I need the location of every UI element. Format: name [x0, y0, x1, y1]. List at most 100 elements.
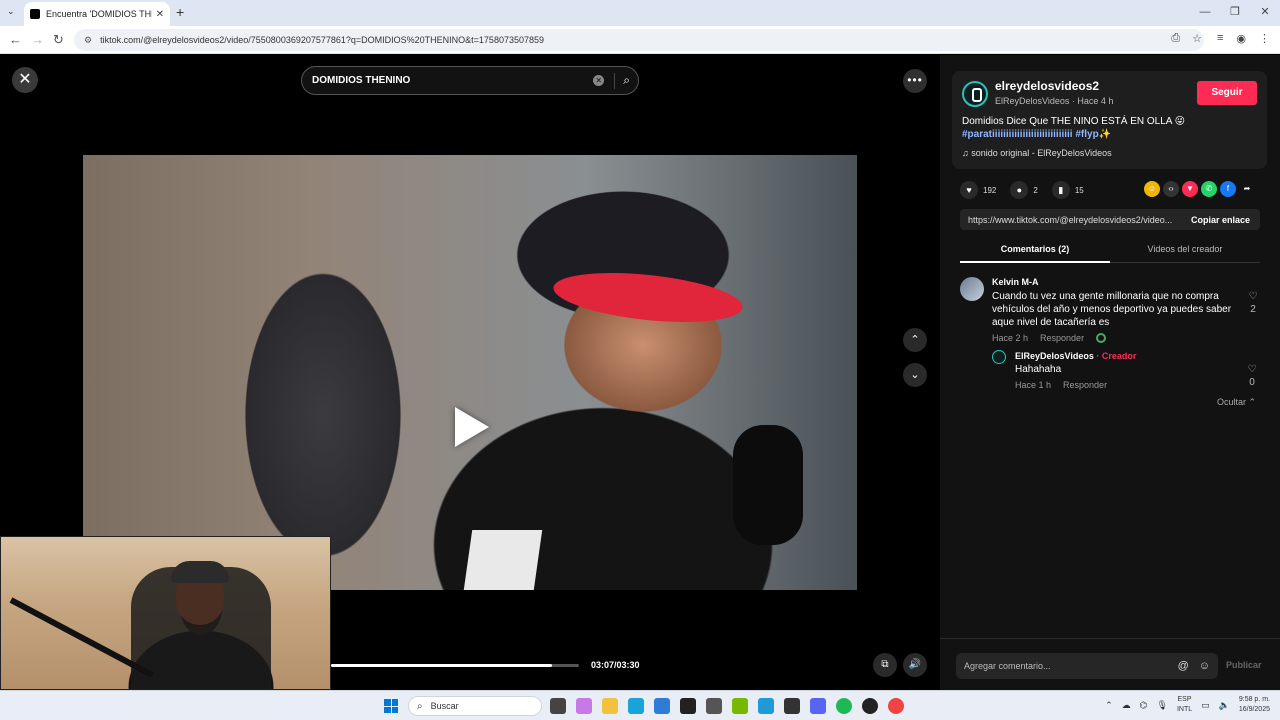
tab-creator-videos[interactable]: Videos del creador — [1110, 244, 1260, 254]
bookmark-star-icon[interactable]: ☆ — [1192, 32, 1202, 45]
network-icon[interactable]: ⌬ — [1140, 700, 1148, 711]
webcam-overlay — [0, 536, 331, 690]
forward-icon[interactable]: → — [31, 32, 44, 47]
music-note-icon: ♫ — [962, 148, 972, 158]
avatar[interactable] — [962, 81, 988, 107]
site-info-icon[interactable]: ⚙ — [84, 35, 92, 46]
tray-expand-icon[interactable]: ⌃ — [1105, 700, 1113, 711]
follow-button[interactable]: Seguir — [1197, 81, 1257, 105]
whatsapp-icon[interactable]: ✆ — [1201, 181, 1217, 197]
close-tab-icon[interactable]: ✕ — [156, 9, 164, 20]
embed-icon[interactable]: ‹› — [1163, 181, 1179, 197]
copilot-icon[interactable] — [576, 698, 592, 714]
comment-author[interactable]: Kelvin M-A — [992, 277, 1039, 287]
browser-tab[interactable]: Encuentra 'DOMIDIOS THENINO' ✕ — [24, 2, 170, 26]
windows-start-icon[interactable] — [384, 699, 398, 713]
reply-button[interactable]: Responder — [1040, 333, 1084, 343]
comments-count: 2 — [1033, 185, 1038, 195]
send-share-icon[interactable]: ▼ — [1182, 181, 1198, 197]
search-bar[interactable]: DOMIDIOS THENINO ✕ ⌕ — [301, 66, 639, 95]
search-icon[interactable]: ⌕ — [623, 73, 630, 88]
task-view-icon[interactable] — [550, 698, 566, 714]
language-indicator[interactable]: ESP INTL — [1177, 695, 1192, 715]
comment-input[interactable]: Agregar comentario... @ ☺ — [956, 653, 1218, 679]
back-icon[interactable]: ← — [9, 32, 22, 47]
emoji-icon[interactable]: ☺ — [1199, 660, 1210, 672]
edge-icon[interactable] — [628, 698, 644, 714]
heart-outline-icon[interactable]: ♡ — [1248, 364, 1257, 375]
store-icon[interactable] — [654, 698, 670, 714]
restore-icon[interactable]: ❐ — [1220, 0, 1250, 26]
volume-icon[interactable]: 🔈 — [1219, 700, 1230, 711]
mention-icon[interactable]: @ — [1178, 660, 1189, 672]
heart-icon[interactable]: ♥ — [960, 181, 978, 199]
more-options-button[interactable]: ••• — [903, 69, 927, 93]
tab-search-icon[interactable]: ⌄ — [7, 6, 15, 17]
search-input[interactable]: DOMIDIOS THENINO — [312, 75, 593, 86]
sound-link[interactable]: ♫ sonido original - ElReyDelosVideos — [962, 148, 1112, 158]
saves-count: 15 — [1074, 185, 1084, 195]
clock-date: 16/9/2025 — [1238, 706, 1270, 713]
file-explorer-icon[interactable] — [602, 698, 618, 714]
next-video-button[interactable]: ⌄ — [903, 363, 927, 387]
profile-icon[interactable]: ◉ — [1236, 32, 1246, 45]
share-arrow-icon[interactable]: ➦ — [1239, 181, 1255, 197]
reply-like[interactable]: ♡ 0 — [1245, 364, 1259, 388]
app-icon[interactable] — [706, 698, 722, 714]
chrome-icon[interactable] — [888, 698, 904, 714]
microphone-icon[interactable]: 🎙 — [1157, 700, 1168, 711]
bookmark-icon[interactable]: ▮ — [1051, 181, 1070, 199]
username[interactable]: elreydelosvideos2 — [995, 79, 1099, 93]
discord-icon[interactable] — [810, 698, 826, 714]
friends-share-icon[interactable]: ☺ — [1144, 181, 1160, 197]
hide-replies-button[interactable]: Ocultar ⌃ — [1217, 397, 1256, 408]
taskbar-apps — [550, 698, 904, 714]
clear-search-icon[interactable]: ✕ — [593, 75, 605, 86]
new-tab-button[interactable]: + — [176, 4, 184, 20]
video-player[interactable] — [83, 155, 857, 590]
facebook-icon[interactable]: f — [1220, 181, 1236, 197]
onedrive-icon[interactable]: ☁ — [1122, 700, 1131, 711]
display-icon[interactable]: ▭ — [1201, 700, 1210, 711]
browser-toolbar: ← → ↻ ⚙ tiktok.com/@elreydelosvideos2/vi… — [0, 26, 1280, 54]
app-icon[interactable] — [758, 698, 774, 714]
video-progress-bar[interactable] — [331, 664, 579, 667]
details-panel: elreydelosvideos2 ElReyDelosVideos · Hac… — [940, 55, 1280, 690]
spotify-icon[interactable] — [836, 698, 852, 714]
reload-icon[interactable]: ↻ — [53, 32, 64, 48]
capcut-icon[interactable] — [680, 698, 696, 714]
reply-author-line: ElReyDelosVideos · Creador — [1015, 351, 1136, 361]
reply-author[interactable]: ElReyDelosVideos — [1015, 351, 1094, 361]
clock[interactable]: 9:58 p. m. 16/9/2025 — [1239, 695, 1270, 715]
address-bar[interactable]: ⚙ tiktok.com/@elreydelosvideos2/video/75… — [74, 29, 1204, 51]
taskbar-search[interactable]: ⌕ Buscar — [408, 696, 542, 716]
avatar[interactable] — [960, 277, 984, 301]
volume-button[interactable]: 🔊 — [903, 653, 927, 677]
video-time: 03:07/03:30 — [591, 660, 640, 670]
install-app-icon[interactable]: ⎙ — [1171, 32, 1180, 45]
copy-link-button[interactable]: Copiar enlace — [1181, 215, 1260, 225]
comment-icon[interactable]: ● — [1010, 181, 1029, 199]
minimize-icon[interactable]: — — [1190, 0, 1220, 26]
tiktok-favicon-icon — [30, 9, 40, 19]
comment-like[interactable]: ♡ 2 — [1246, 291, 1260, 315]
avatar[interactable] — [992, 350, 1006, 364]
close-window-icon[interactable]: ✕ — [1250, 0, 1280, 26]
heart-outline-icon[interactable]: ♡ — [1249, 291, 1258, 302]
comment-like-count: 2 — [1250, 304, 1256, 315]
obs-icon[interactable] — [862, 698, 878, 714]
reply-button[interactable]: Responder — [1063, 380, 1107, 390]
previous-video-button[interactable]: ⌃ — [903, 328, 927, 352]
floating-player-button[interactable]: ⧉ — [873, 653, 897, 677]
engagement-stats: ♥ 192 ● 2 ▮ 15 — [960, 181, 1098, 199]
app-icon[interactable] — [784, 698, 800, 714]
publish-button[interactable]: Publicar — [1226, 660, 1262, 670]
window-controls: — ❐ ✕ — [1190, 0, 1280, 26]
media-control-icon[interactable]: ≡ — [1217, 32, 1223, 45]
hashtags[interactable]: #paratiiiiiiiiiiiiiiiiiiiiiiiiiiiii #fly… — [962, 129, 1111, 140]
tab-comments[interactable]: Comentarios (2) — [960, 244, 1110, 254]
nvidia-icon[interactable] — [732, 698, 748, 714]
close-video-button[interactable]: ✕ — [12, 67, 38, 93]
menu-kebab-icon[interactable]: ⋮ — [1259, 32, 1270, 45]
play-icon[interactable] — [455, 407, 489, 447]
